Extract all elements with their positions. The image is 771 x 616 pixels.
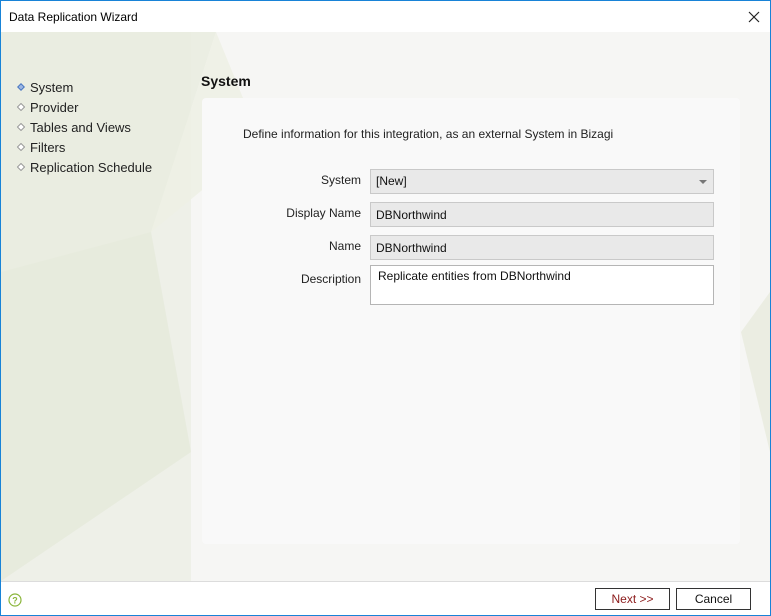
name-input[interactable] (370, 235, 714, 260)
system-select-value: [New] (376, 174, 407, 188)
system-select[interactable]: [New] (370, 169, 714, 194)
wizard-footer: ? Next >> Cancel (1, 581, 770, 615)
close-icon (748, 11, 760, 22)
description-label: Description (300, 272, 361, 286)
display-name-label: Display Name (286, 206, 361, 220)
step-label: System (30, 79, 74, 95)
diamond-outline-icon (17, 163, 25, 171)
description-textarea[interactable]: Replicate entities from DBNorthwind (370, 265, 714, 305)
close-button[interactable] (738, 1, 770, 32)
section-title: System (201, 73, 251, 89)
diamond-outline-icon (17, 103, 25, 111)
step-label: Provider (30, 99, 79, 115)
diamond-outline-icon (17, 143, 25, 151)
svg-text:?: ? (12, 596, 18, 606)
display-name-input[interactable] (370, 202, 714, 227)
wizard-window: Data Replication Wizard System Provider … (0, 0, 771, 616)
window-title: Data Replication Wizard (9, 10, 138, 24)
step-label: Filters (30, 139, 66, 155)
chevron-down-icon (699, 180, 707, 184)
intro-text: Define information for this integration,… (243, 127, 614, 141)
step-replication-schedule[interactable]: Replication Schedule (17, 154, 152, 180)
step-label: Tables and Views (30, 119, 131, 135)
diamond-filled-icon (17, 83, 25, 91)
diamond-outline-icon (17, 123, 25, 131)
system-form-panel: Define information for this integration,… (202, 98, 740, 544)
help-icon[interactable]: ? (8, 593, 22, 607)
cancel-button[interactable]: Cancel (676, 588, 751, 610)
name-label: Name (328, 239, 361, 253)
title-bar: Data Replication Wizard (1, 1, 770, 32)
step-label: Replication Schedule (30, 159, 153, 175)
system-label: System (320, 173, 361, 187)
wizard-steps: System Provider Tables and Views Filters (17, 74, 152, 180)
wizard-content: System Provider Tables and Views Filters (1, 32, 770, 581)
next-button[interactable]: Next >> (595, 588, 670, 610)
